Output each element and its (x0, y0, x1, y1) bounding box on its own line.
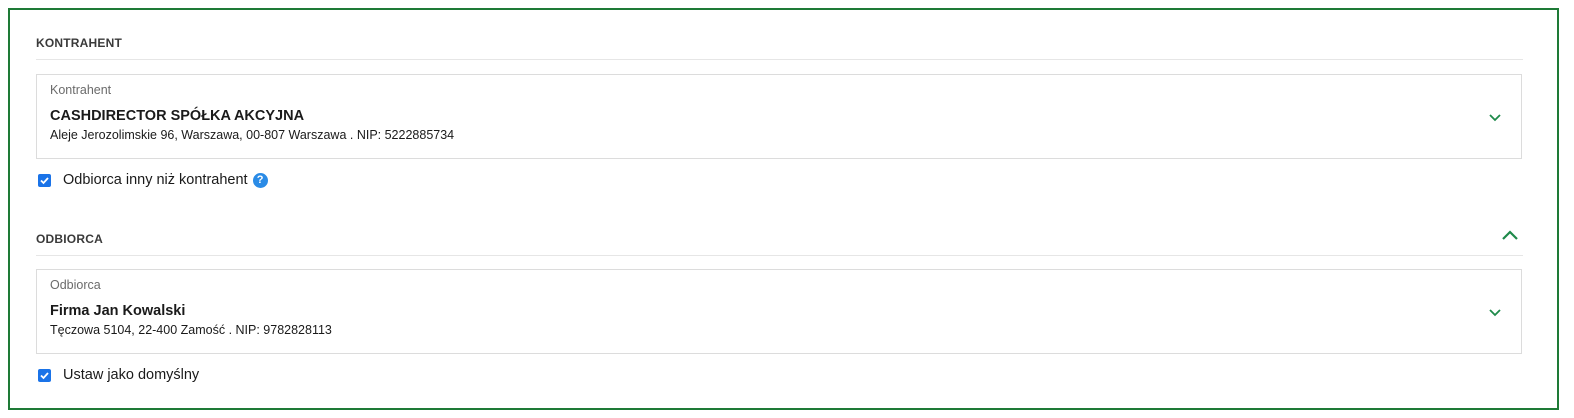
contractor-select-label: Kontrahent (50, 83, 112, 97)
chevron-up-icon[interactable] (1499, 226, 1521, 244)
recipient-section-header: ODBIORCA (36, 230, 1523, 256)
recipient-select-label: Odbiorca (50, 278, 101, 292)
form-panel: KONTRAHENT Kontrahent CASHDIRECTOR SPÓŁK… (8, 8, 1559, 410)
set-default-checkbox[interactable] (38, 368, 51, 382)
set-default-row: Ustaw jako domyślny (38, 366, 199, 384)
different-recipient-checkbox[interactable] (38, 173, 51, 187)
chevron-down-icon[interactable] (1487, 111, 1503, 123)
contractor-select[interactable]: Kontrahent CASHDIRECTOR SPÓŁKA AKCYJNA A… (36, 74, 1522, 159)
recipient-section-title: ODBIORCA (36, 232, 103, 246)
help-icon[interactable]: ? (252, 172, 268, 188)
contractor-section-title: KONTRAHENT (36, 36, 122, 50)
different-recipient-label: Odbiorca inny niż kontrahent (63, 172, 248, 188)
contractor-name: CASHDIRECTOR SPÓŁKA AKCYJNA (50, 108, 305, 124)
contractor-section-header: KONTRAHENT (36, 36, 1523, 60)
chevron-down-icon[interactable] (1487, 306, 1503, 318)
different-recipient-row: Odbiorca inny niż kontrahent ? (38, 171, 268, 189)
set-default-label: Ustaw jako domyślny (63, 367, 200, 383)
recipient-select[interactable]: Odbiorca Firma Jan Kowalski Tęczowa 5104… (36, 269, 1522, 354)
recipient-name: Firma Jan Kowalski (50, 303, 186, 319)
recipient-details: Tęczowa 5104, 22-400 Zamość . NIP: 97828… (50, 323, 332, 337)
contractor-details: Aleje Jerozolimskie 96, Warszawa, 00-807… (50, 128, 455, 142)
